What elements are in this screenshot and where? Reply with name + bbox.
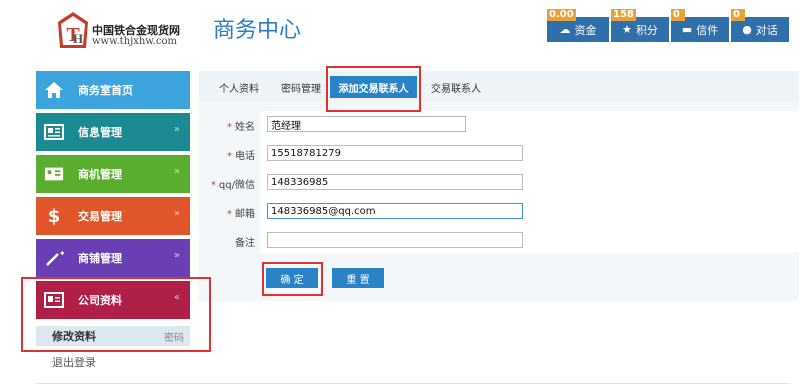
header: T H 中国铁合金现货网 www.thjxhw.com 商务中心 0.00 ☁ … <box>0 0 800 62</box>
points-label: 积分 <box>635 23 658 37</box>
logo-url: www.thjxhw.com <box>92 36 177 47</box>
phone-label: * 电话 <box>227 151 255 162</box>
svg-text:H: H <box>73 31 83 46</box>
mail-icon: ▬ <box>681 23 693 36</box>
qq-label: * qq/微信 <box>210 180 255 191</box>
sidebar-item-opportunity[interactable]: 商机管理 » <box>36 155 190 193</box>
chat-button[interactable]: 0 ● 对话 <box>731 9 789 42</box>
sidebar-item-label: 商铺管理 <box>78 252 122 265</box>
sidebar-item-home[interactable]: 商务室首页 <box>36 71 190 109</box>
funds-badge: 0.00 <box>547 9 576 21</box>
tab-contacts[interactable]: 交易联系人 <box>431 80 481 95</box>
sidebar-item-info[interactable]: 信息管理 » <box>36 113 190 151</box>
qq-field[interactable] <box>267 174 523 190</box>
tab-password[interactable]: 密码管理 <box>281 80 321 95</box>
note-field[interactable] <box>267 232 523 248</box>
name-field[interactable] <box>267 116 466 132</box>
chat-label: 对话 <box>755 23 778 37</box>
newspaper-icon <box>44 123 64 141</box>
sidebar-item-label: 信息管理 <box>78 126 122 139</box>
email-field[interactable] <box>267 203 523 219</box>
highlight-submit-box <box>262 262 323 296</box>
divider <box>36 383 790 384</box>
chevron-down-icon: » <box>173 166 180 177</box>
chevron-down-icon: » <box>173 250 180 261</box>
phone-field[interactable] <box>267 145 523 161</box>
mail-label: 信件 <box>696 23 719 37</box>
cloud-icon: ☁ <box>559 23 571 36</box>
note-label: 备注 <box>235 238 255 249</box>
points-badge: 158 <box>611 9 636 21</box>
email-label: * 邮箱 <box>227 209 255 220</box>
chat-badge: 0 <box>731 9 745 21</box>
sidebar-item-label: 交易管理 <box>78 210 122 223</box>
mail-button[interactable]: 0 ▬ 信件 <box>671 9 729 42</box>
svg-text:✦: ✦ <box>59 249 64 258</box>
mail-badge: 0 <box>671 9 685 21</box>
chat-icon: ● <box>742 23 752 36</box>
opportunity-icon <box>44 165 64 183</box>
tab-personal[interactable]: 个人资料 <box>219 80 259 95</box>
highlight-sidebar-box <box>21 277 211 352</box>
name-label: * 姓名 <box>227 122 255 133</box>
star-icon: ★ <box>622 23 632 36</box>
logout-link[interactable]: 退出登录 <box>52 354 96 370</box>
page-title: 商务中心 <box>213 18 302 43</box>
sidebar-item-shop[interactable]: ✦ 商铺管理 » <box>36 239 190 277</box>
points-button[interactable]: 158 ★ 积分 <box>611 9 669 42</box>
funds-button[interactable]: 0.00 ☁ 资金 <box>547 9 609 42</box>
reset-button[interactable]: 重 置 <box>332 268 384 288</box>
logo-icon: T H <box>58 12 88 48</box>
highlight-tab-box <box>326 66 421 112</box>
sidebar-item-label: 商务室首页 <box>78 84 133 97</box>
wand-icon: ✦ <box>44 249 64 267</box>
sidebar-item-label: 商机管理 <box>78 168 122 181</box>
chevron-down-icon: » <box>173 208 180 219</box>
sidebar-item-trade[interactable]: $ 交易管理 » <box>36 197 190 235</box>
home-icon <box>44 81 64 99</box>
funds-label: 资金 <box>574 23 597 37</box>
money-icon: $ <box>47 205 61 227</box>
chevron-down-icon: » <box>173 124 180 135</box>
